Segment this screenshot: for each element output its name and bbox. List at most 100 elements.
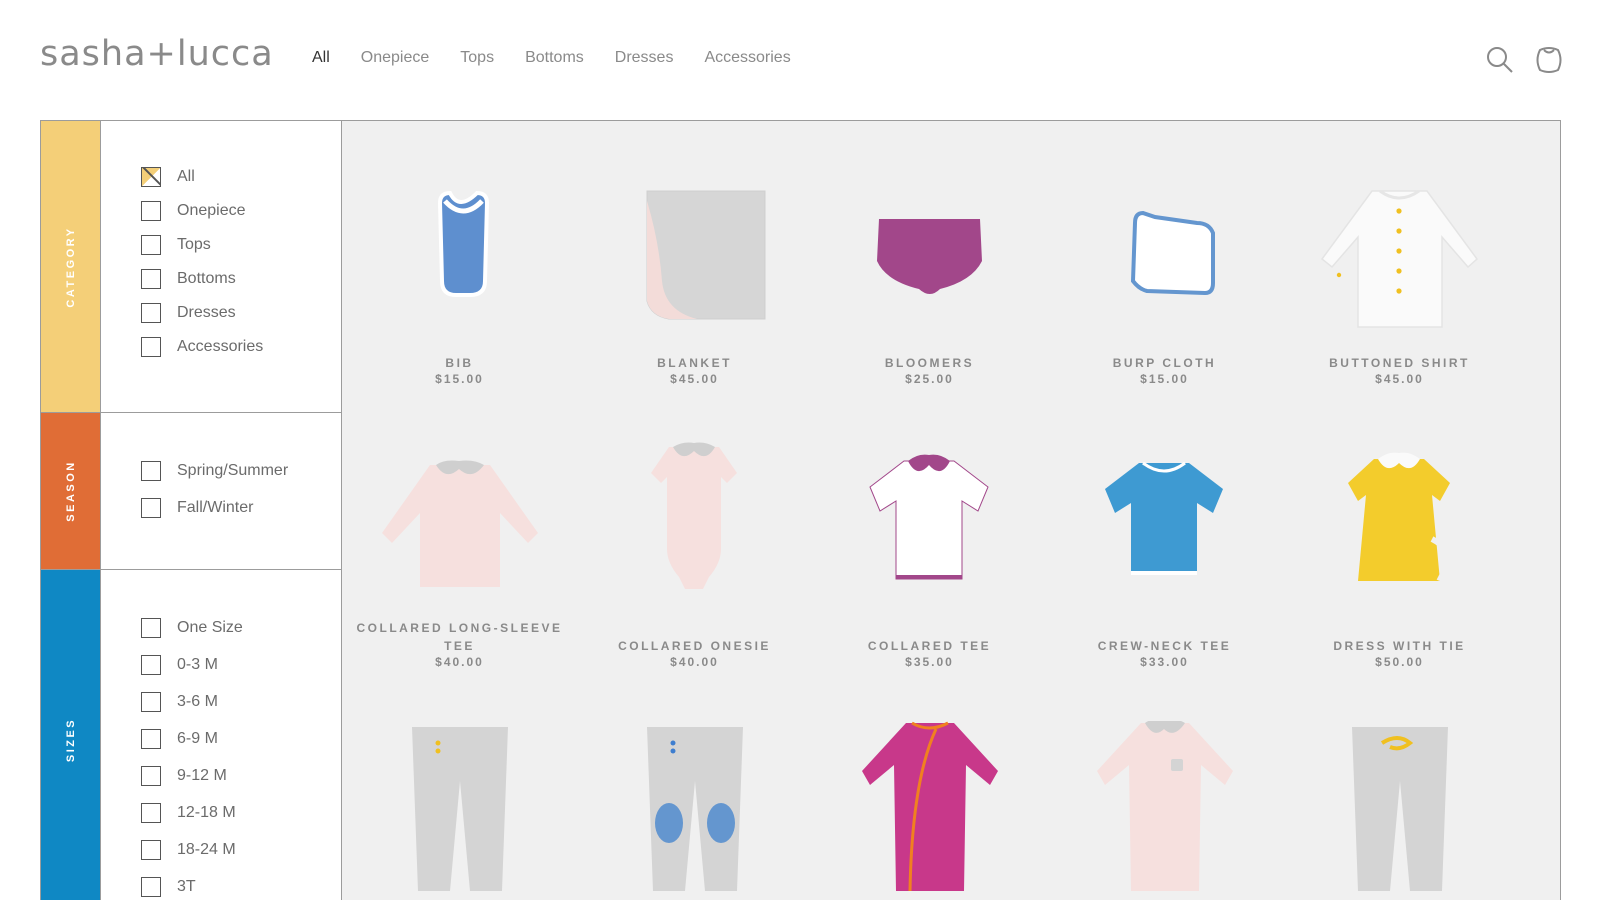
category-tab-label: CATEGORY xyxy=(64,225,77,308)
checkbox[interactable] xyxy=(141,235,161,255)
filter-category-bottoms[interactable]: Bottoms xyxy=(141,269,236,289)
checkbox[interactable] xyxy=(141,269,161,289)
checkbox[interactable] xyxy=(141,877,161,897)
product-name: DRESS WITH TIE xyxy=(1333,639,1466,653)
filter-size-3-6m[interactable]: 3-6 M xyxy=(141,692,218,712)
bloomers-image xyxy=(877,219,982,294)
filter-season-fall-winter[interactable]: Fall/Winter xyxy=(141,498,253,518)
product-price: $45.00 xyxy=(1375,372,1424,386)
category-options: All Onepiece Tops Bottoms Dresses Access… xyxy=(101,121,342,412)
product-grid: BIB $15.00 BLANKET $45.00 BLOOMERS $25.0… xyxy=(342,121,1560,900)
filter-label: 9-12 M xyxy=(177,767,227,784)
filter-label: 0-3 M xyxy=(177,656,218,673)
shop-frame: CATEGORY All Onepiece Tops Bottoms Dress… xyxy=(40,120,1561,900)
filter-season-spring-summer[interactable]: Spring/Summer xyxy=(141,461,288,481)
product-price: $25.00 xyxy=(905,372,954,386)
season-tab-label: SEASON xyxy=(64,460,77,522)
checkbox[interactable] xyxy=(141,201,161,221)
dress-with-tie-image xyxy=(1348,452,1458,582)
filter-size-12-18m[interactable]: 12-18 M xyxy=(141,803,236,823)
category-tab: CATEGORY xyxy=(41,121,101,412)
checkbox[interactable] xyxy=(141,167,161,187)
filter-label: 12-18 M xyxy=(177,804,236,821)
product-price: $15.00 xyxy=(1140,372,1189,386)
checkbox[interactable] xyxy=(141,618,161,638)
product-price: $40.00 xyxy=(670,655,719,669)
product-price: $40.00 xyxy=(435,655,484,669)
filter-label: Bottoms xyxy=(177,270,236,287)
product-name: BURP CLOTH xyxy=(1112,356,1217,370)
main-nav: All Onepiece Tops Bottoms Dresses Access… xyxy=(312,49,822,67)
buttoned-shirt-image xyxy=(1320,189,1479,328)
checkbox[interactable] xyxy=(141,692,161,712)
filter-label: One Size xyxy=(177,619,243,636)
filter-label: 6-9 M xyxy=(177,730,218,747)
checkbox[interactable] xyxy=(141,655,161,675)
filter-size-9-12m[interactable]: 9-12 M xyxy=(141,766,227,786)
knee-patch-pants-image xyxy=(647,727,743,891)
filter-sidebar: CATEGORY All Onepiece Tops Bottoms Dress… xyxy=(41,121,342,900)
nav-onepiece[interactable]: Onepiece xyxy=(361,49,430,67)
product-name: CREW-NECK TEE xyxy=(1097,639,1232,653)
checkbox[interactable] xyxy=(141,337,161,357)
nav-tops[interactable]: Tops xyxy=(460,49,494,67)
collared-long-sleeve-tee-image xyxy=(382,460,538,587)
filter-size-0-3m[interactable]: 0-3 M xyxy=(141,655,218,675)
checkbox[interactable] xyxy=(141,498,161,518)
product-name: COLLARED LONG-SLEEVE TEE xyxy=(356,621,563,653)
filter-label: Onepiece xyxy=(177,202,246,219)
checkbox[interactable] xyxy=(141,303,161,323)
site-header: sasha+lucca All Onepiece Tops Bottoms Dr… xyxy=(0,0,1600,118)
filter-label: Spring/Summer xyxy=(177,462,289,479)
blanket-image xyxy=(646,190,766,320)
filter-category-onepiece[interactable]: Onepiece xyxy=(141,201,246,221)
filter-section-season: SEASON Spring/Summer Fall/Winter xyxy=(41,413,342,570)
filter-section-category: CATEGORY All Onepiece Tops Bottoms Dress… xyxy=(41,121,342,413)
product-name: BLANKET xyxy=(657,356,732,370)
search-icon[interactable] xyxy=(1486,46,1514,74)
burp-cloth-image xyxy=(1130,210,1215,296)
sizes-tab-label: SIZES xyxy=(64,717,77,763)
collared-footie-image xyxy=(1097,721,1233,891)
checkbox[interactable] xyxy=(141,729,161,749)
season-options: Spring/Summer Fall/Winter xyxy=(101,413,342,569)
product-price: $33.00 xyxy=(1140,655,1189,669)
filter-size-3t[interactable]: 3T xyxy=(141,877,196,897)
checkbox[interactable] xyxy=(141,803,161,823)
filter-size-6-9m[interactable]: 6-9 M xyxy=(141,729,218,749)
filter-category-tops[interactable]: Tops xyxy=(141,235,211,255)
product-price: $15.00 xyxy=(435,372,484,386)
filter-label: Tops xyxy=(177,236,211,253)
product-name: COLLARED TEE xyxy=(867,639,992,653)
filter-label: 3T xyxy=(177,878,196,895)
nav-accessories[interactable]: Accessories xyxy=(704,49,790,67)
filter-label: Fall/Winter xyxy=(177,499,254,516)
nav-bottoms[interactable]: Bottoms xyxy=(525,49,584,67)
footie-image xyxy=(862,721,998,891)
collared-tee-image xyxy=(869,454,989,580)
nav-all[interactable]: All xyxy=(312,49,330,67)
product-price: $45.00 xyxy=(670,372,719,386)
bag-icon[interactable] xyxy=(1535,46,1563,74)
filter-category-accessories[interactable]: Accessories xyxy=(141,337,263,357)
checkbox[interactable] xyxy=(141,840,161,860)
nav-dresses[interactable]: Dresses xyxy=(615,49,674,67)
product-name: BUTTONED SHIRT xyxy=(1329,356,1470,370)
sizes-tab: SIZES xyxy=(41,570,101,900)
product-name: COLLARED ONESIE xyxy=(618,639,771,653)
filter-category-all[interactable]: All xyxy=(141,167,195,187)
checkbox[interactable] xyxy=(141,766,161,786)
filter-label: Dresses xyxy=(177,304,236,321)
brand-logo[interactable]: sasha+lucca xyxy=(40,34,274,74)
filter-label: All xyxy=(177,168,195,185)
filter-size-one-size[interactable]: One Size xyxy=(141,618,243,638)
tie-pants-image xyxy=(1352,727,1448,891)
filter-category-dresses[interactable]: Dresses xyxy=(141,303,236,323)
filter-label: 3-6 M xyxy=(177,693,218,710)
sizes-options: One Size 0-3 M 3-6 M 6-9 M 9-12 M 12-18 … xyxy=(101,570,342,900)
crew-neck-tee-image xyxy=(1105,461,1223,575)
filter-size-18-24m[interactable]: 18-24 M xyxy=(141,840,236,860)
checkbox[interactable] xyxy=(141,461,161,481)
product-name: BIB xyxy=(445,356,474,370)
collared-onesie-image xyxy=(651,442,737,589)
